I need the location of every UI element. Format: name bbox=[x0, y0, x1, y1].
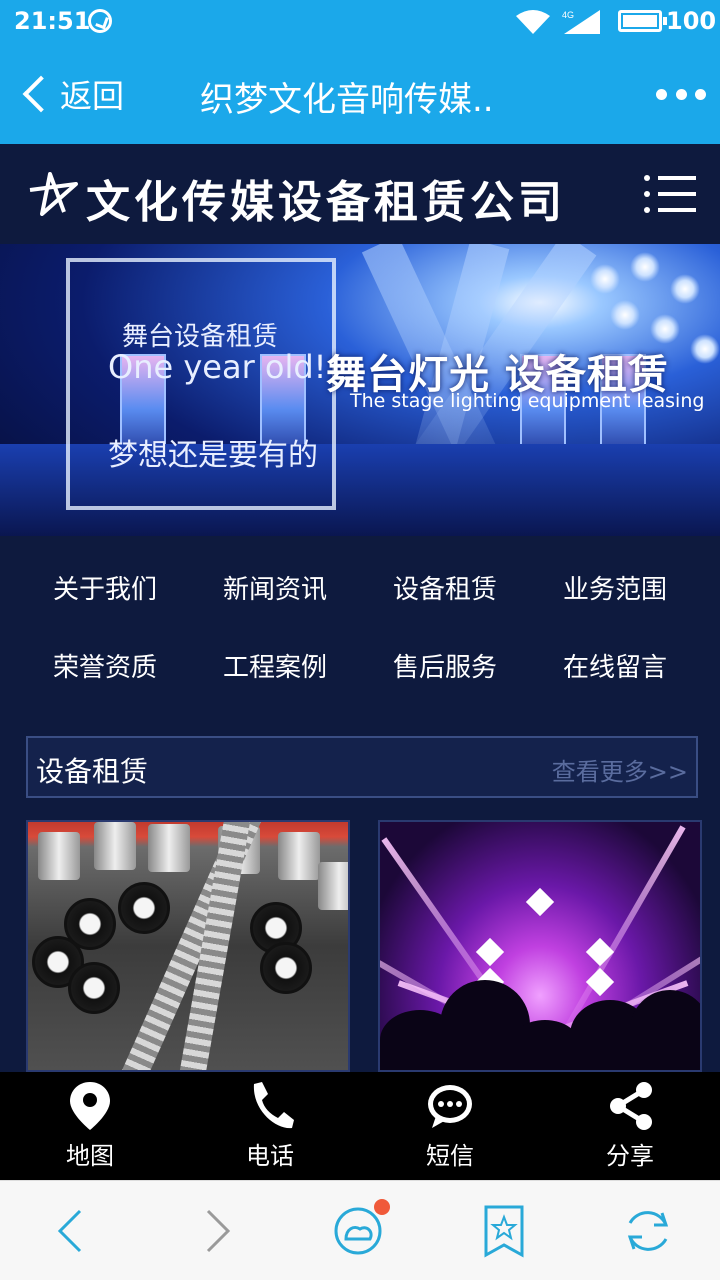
page-title: 织梦文化音响传媒.. bbox=[200, 80, 494, 120]
contact-phone-button[interactable]: 电话 bbox=[180, 1072, 360, 1180]
nav-item-after-sales[interactable]: 售后服务 bbox=[360, 650, 530, 686]
status-time: 21:51 bbox=[14, 7, 91, 35]
view-more-link[interactable]: 查看更多>> bbox=[552, 752, 688, 787]
bookmark-star-icon bbox=[484, 1205, 524, 1258]
site-name: 文化传媒设备租赁公司 bbox=[86, 177, 566, 228]
contact-sms-label: 短信 bbox=[426, 1142, 474, 1170]
app-bar: 返回 织梦文化音响传媒.. bbox=[0, 44, 720, 144]
back-button[interactable]: 返回 bbox=[16, 72, 124, 116]
chat-bubble-icon bbox=[428, 1085, 472, 1128]
notification-dot bbox=[374, 1199, 390, 1215]
map-pin-icon bbox=[70, 1082, 110, 1130]
back-label: 返回 bbox=[60, 77, 125, 115]
dot-icon bbox=[695, 88, 706, 100]
share-icon bbox=[610, 1082, 652, 1130]
refresh-icon bbox=[627, 1211, 669, 1251]
banner-line-3: 梦想还是要有的 bbox=[108, 438, 318, 473]
nav-item-business-scope[interactable]: 业务范围 bbox=[530, 572, 700, 608]
contact-share-button[interactable]: 分享 bbox=[540, 1072, 720, 1180]
browser-forward-button[interactable] bbox=[188, 1203, 244, 1259]
nav-item-about[interactable]: 关于我们 bbox=[20, 572, 190, 608]
contact-bar: 地图 电话 短信 分享 bbox=[0, 1072, 720, 1180]
sync-icon bbox=[88, 9, 112, 33]
star-logo-icon bbox=[29, 172, 78, 216]
banner-line-2: One year old! bbox=[108, 348, 327, 386]
section-header: 设备租赁 查看更多>> bbox=[26, 736, 698, 798]
contact-map-label: 地图 bbox=[66, 1142, 114, 1170]
product-image-stage-show[interactable] bbox=[378, 820, 702, 1072]
dot-icon bbox=[675, 88, 687, 100]
phone-icon bbox=[253, 1082, 294, 1129]
nav-item-message[interactable]: 在线留言 bbox=[530, 650, 700, 686]
cellular-signal-icon: 4G bbox=[562, 10, 600, 34]
more-options-button[interactable] bbox=[656, 84, 706, 104]
browser-toolbar bbox=[0, 1180, 720, 1280]
banner-subline: The stage lighting equipment leasing bbox=[350, 390, 705, 412]
browser-refresh-button[interactable] bbox=[620, 1203, 676, 1259]
section-title: 设备租赁 bbox=[36, 755, 149, 788]
contact-phone-label: 电话 bbox=[246, 1142, 294, 1170]
category-nav: 关于我们 新闻资讯 设备租赁 业务范围 荣誉资质 工程案例 售后服务 在线留言 bbox=[20, 572, 700, 686]
chevron-right-icon bbox=[206, 1209, 231, 1253]
site-header: 文化传媒设备租赁公司 bbox=[0, 144, 720, 244]
nav-item-honors[interactable]: 荣誉资质 bbox=[20, 650, 190, 686]
dot-icon bbox=[656, 88, 667, 100]
browser-home-button[interactable] bbox=[332, 1199, 390, 1259]
status-bar: 21:51 4G 100 bbox=[0, 0, 720, 44]
browser-bookmark-button[interactable] bbox=[476, 1203, 532, 1259]
browser-back-button[interactable] bbox=[44, 1203, 100, 1259]
battery-icon bbox=[618, 10, 667, 32]
nav-item-cases[interactable]: 工程案例 bbox=[190, 650, 360, 686]
chevron-left-icon bbox=[22, 75, 60, 113]
contact-share-label: 分享 bbox=[606, 1142, 654, 1170]
wifi-icon bbox=[516, 10, 550, 34]
battery-level: 100 bbox=[666, 7, 717, 35]
contact-sms-button[interactable]: 短信 bbox=[360, 1072, 540, 1180]
hamburger-menu-button[interactable] bbox=[644, 174, 696, 214]
svg-text:4G: 4G bbox=[562, 10, 574, 20]
chevron-left-icon bbox=[57, 1209, 82, 1253]
nav-item-news[interactable]: 新闻资讯 bbox=[190, 572, 360, 608]
contact-map-button[interactable]: 地图 bbox=[0, 1072, 180, 1180]
nav-item-equipment-rental[interactable]: 设备租赁 bbox=[360, 572, 530, 608]
hero-banner[interactable]: 舞台设备租赁 One year old! 梦想还是要有的 舞台灯光 设备租赁 T… bbox=[0, 244, 720, 536]
product-image-lighting-truss[interactable] bbox=[26, 820, 350, 1072]
